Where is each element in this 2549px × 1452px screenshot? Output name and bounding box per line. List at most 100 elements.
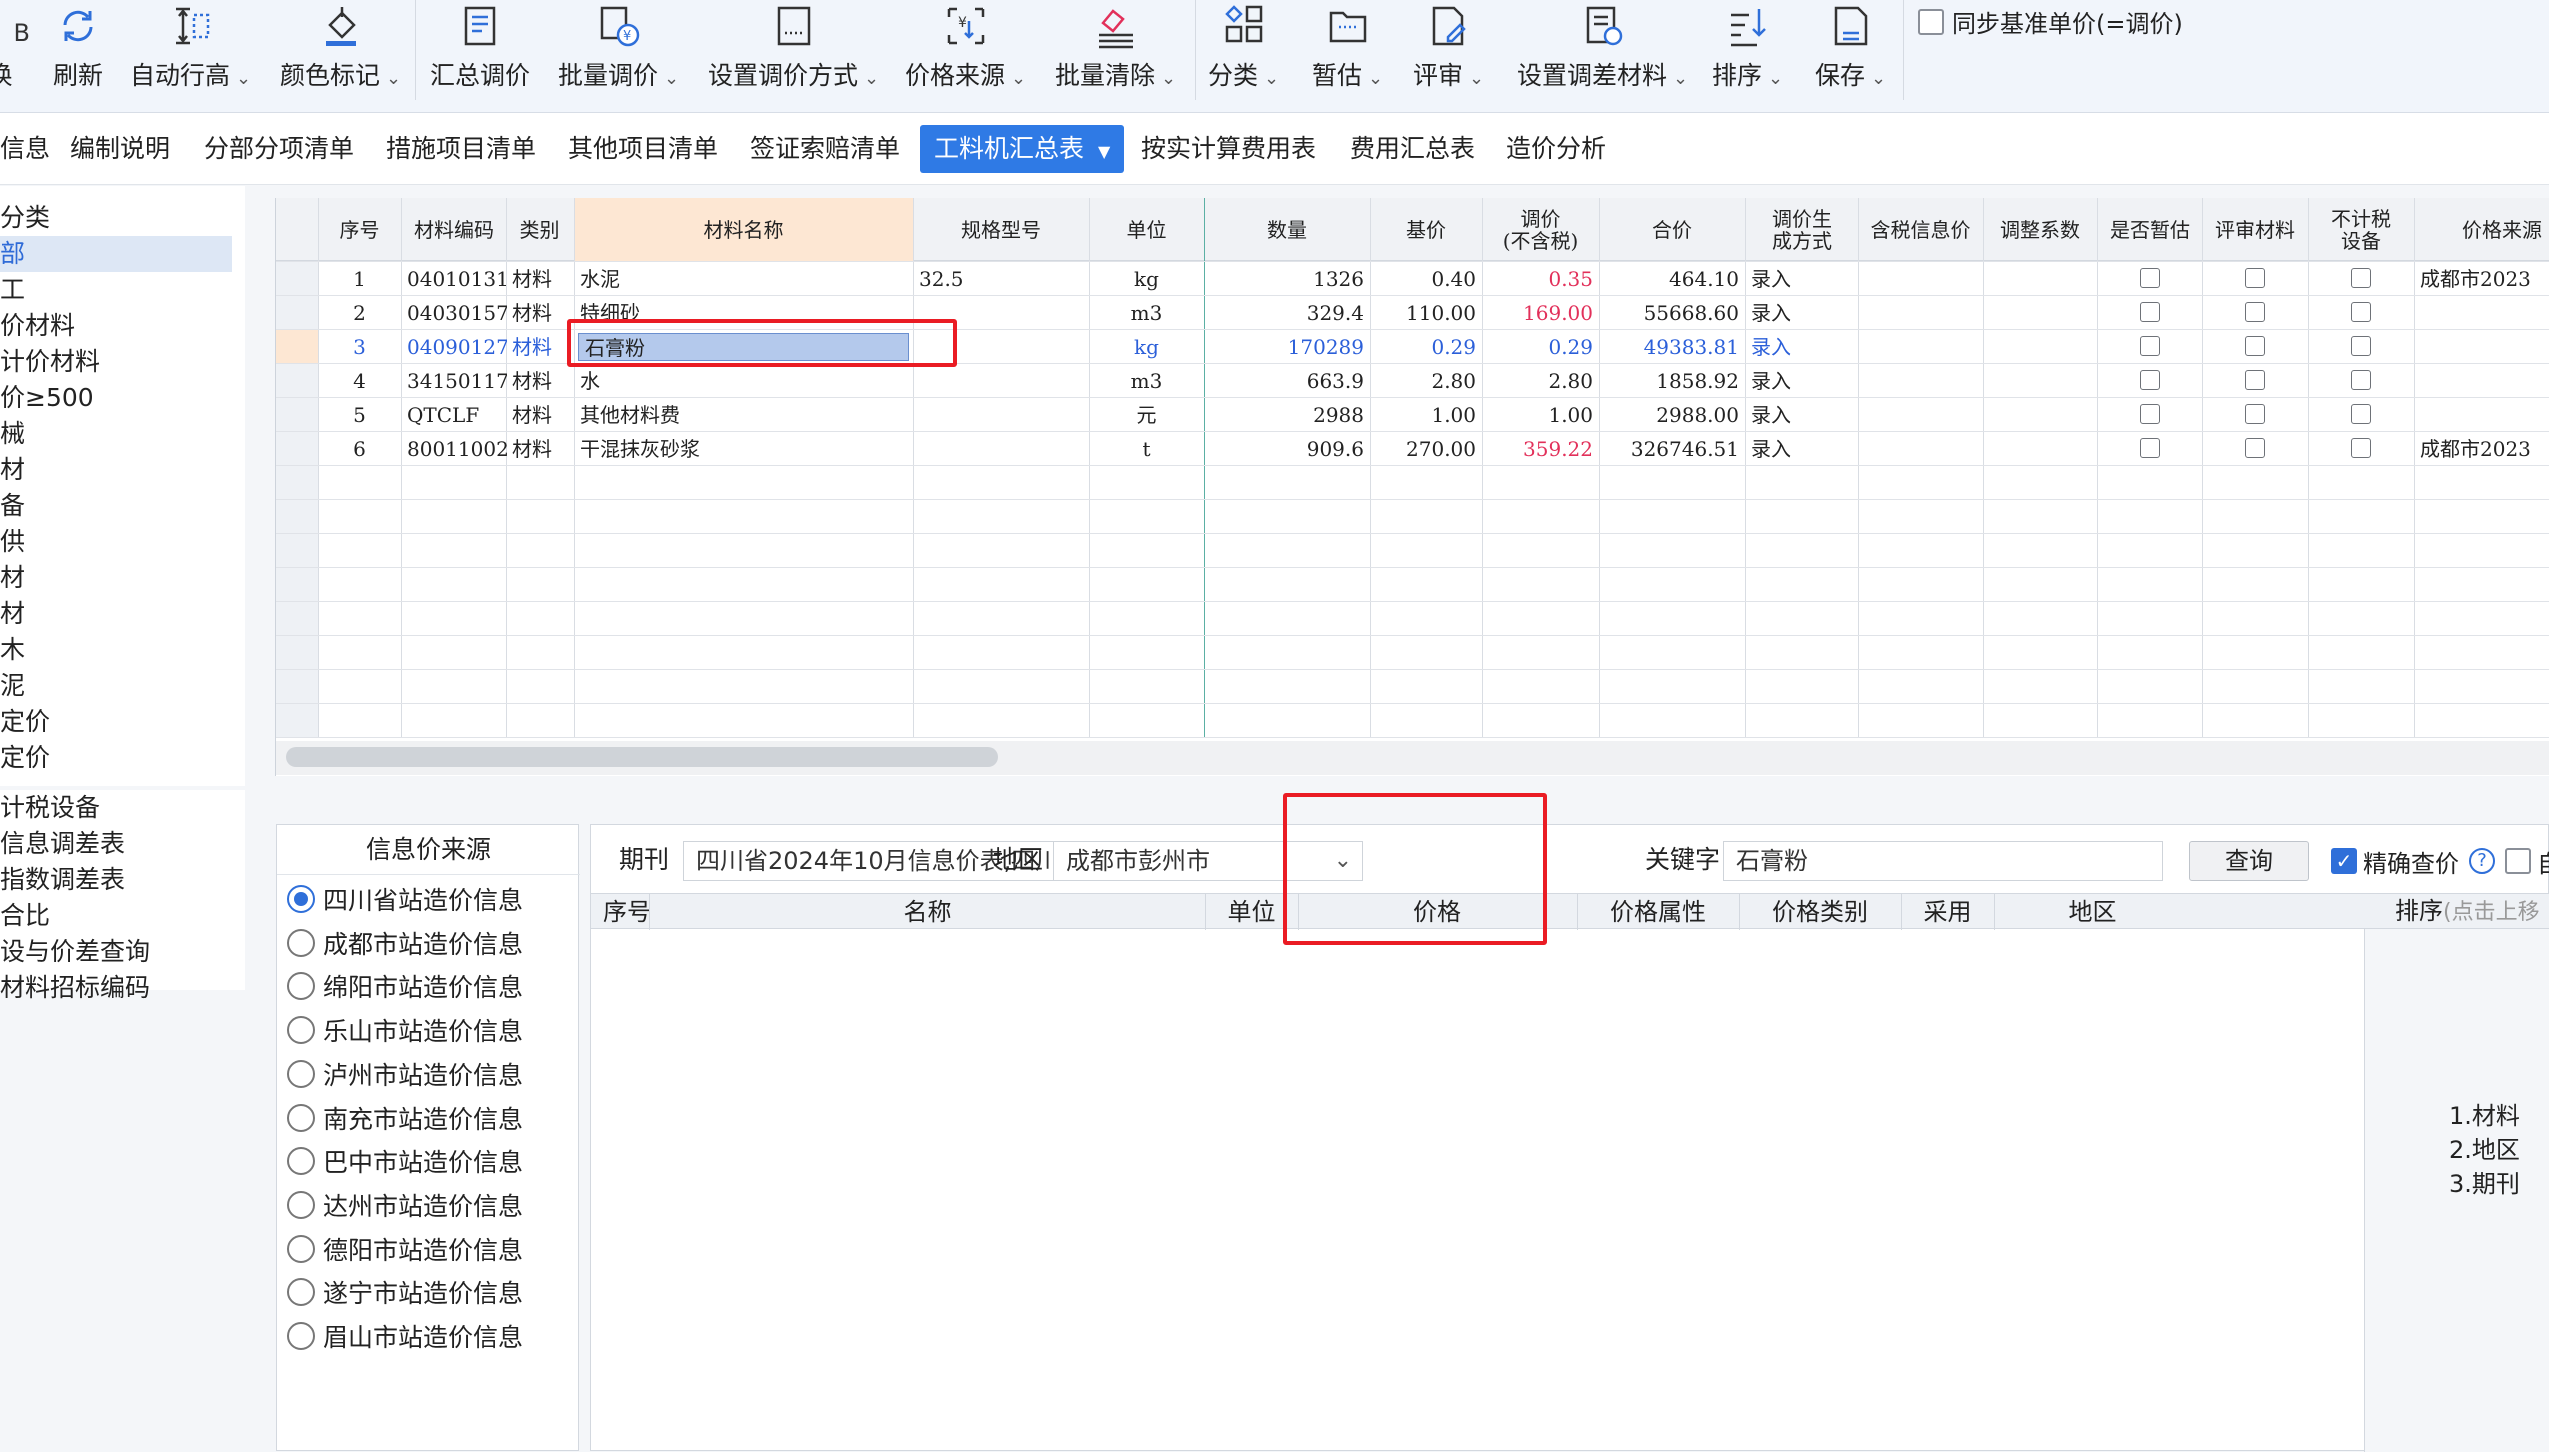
row-checkbox[interactable] xyxy=(2245,438,2265,458)
row-checkbox[interactable] xyxy=(2351,302,2371,322)
row-gutter[interactable] xyxy=(276,602,318,635)
column-header[interactable]: 材料编码 xyxy=(401,198,507,261)
tab-labor-material-summary[interactable]: 工料机汇总表 ▼ xyxy=(920,125,1125,173)
table-cell-total[interactable]: 1858.92 xyxy=(1599,364,1745,398)
tab-measures[interactable]: 措施项目清单 xyxy=(378,125,544,173)
table-cell-total[interactable]: 49383.81 xyxy=(1599,330,1745,364)
auto-row-height-button[interactable]: 自动行高 ⌄ xyxy=(130,0,251,113)
table-cell-base[interactable]: 2.80 xyxy=(1370,364,1482,398)
column-header[interactable]: 材料名称 xyxy=(574,198,913,261)
column-header[interactable]: 类别 xyxy=(506,198,573,261)
row-checkbox[interactable] xyxy=(2245,336,2265,356)
extra-option-checkbox[interactable] xyxy=(2505,848,2531,874)
row-gutter[interactable] xyxy=(276,330,318,363)
table-cell-base[interactable]: 1.00 xyxy=(1370,398,1482,432)
table-cell-total[interactable]: 2988.00 xyxy=(1599,398,1745,432)
source-option[interactable]: 南充市站造价信息 xyxy=(287,1098,523,1138)
table-cell-adj[interactable]: 2.80 xyxy=(1482,364,1599,398)
column-header[interactable]: 评审材料 xyxy=(2202,198,2308,261)
tree-item[interactable]: 定价 xyxy=(0,704,50,740)
tree-item[interactable]: 合比 xyxy=(0,898,50,934)
tree-item[interactable]: 设与价差查询 xyxy=(0,934,150,970)
tab-visa-claims[interactable]: 签证索赔清单 xyxy=(742,125,908,173)
table-cell-name[interactable]: 其他材料费 xyxy=(574,398,913,432)
tree-item[interactable]: 备 xyxy=(0,488,25,524)
row-gutter[interactable] xyxy=(276,262,318,295)
row-gutter[interactable] xyxy=(276,500,318,533)
color-mark-button[interactable]: 颜色标记 ⌄ xyxy=(280,0,401,113)
tree-item-selected[interactable]: 部 xyxy=(0,236,232,272)
set-adjust-method-button[interactable]: 设置调价方式 ⌄ xyxy=(708,0,879,113)
radio-button[interactable] xyxy=(287,1103,315,1132)
row-gutter[interactable] xyxy=(276,364,318,397)
table-cell-qty[interactable]: 1326 xyxy=(1204,262,1370,296)
source-option[interactable]: 达州市站造价信息 xyxy=(287,1185,523,1225)
help-icon[interactable]: ? xyxy=(2469,848,2495,874)
row-checkbox[interactable] xyxy=(2140,268,2160,288)
sync-base-price-option[interactable]: 同步基准单价(=调价) xyxy=(1918,4,2183,39)
tree-item[interactable]: 计税设备 xyxy=(0,790,100,826)
table-cell-method[interactable]: 录入 xyxy=(1745,296,1859,330)
column-header[interactable]: 合价 xyxy=(1599,198,1745,261)
table-cell-name[interactable]: 水 xyxy=(574,364,913,398)
sync-base-price-checkbox[interactable] xyxy=(1918,8,1944,35)
table-cell-unit[interactable]: m3 xyxy=(1089,364,1204,398)
row-checkbox[interactable] xyxy=(2140,302,2160,322)
row-gutter[interactable] xyxy=(276,466,318,499)
table-cell-unit[interactable]: m3 xyxy=(1089,296,1204,330)
table-cell-spec[interactable]: 32.5 xyxy=(913,262,1089,296)
tree-item[interactable]: 定价 xyxy=(0,740,50,776)
table-cell-qty[interactable]: 2988 xyxy=(1204,398,1370,432)
table-cell-adj[interactable]: 0.29 xyxy=(1482,330,1599,364)
radio-button[interactable] xyxy=(287,972,315,1001)
tree-item[interactable]: 木 xyxy=(0,632,25,668)
table-cell-base[interactable]: 270.00 xyxy=(1370,432,1482,466)
tree-item[interactable]: 指数调差表 xyxy=(0,862,125,898)
source-option[interactable]: 四川省站造价信息 xyxy=(287,879,523,919)
table-cell-type[interactable]: 材料 xyxy=(506,296,573,330)
radio-button[interactable] xyxy=(287,885,315,913)
row-checkbox[interactable] xyxy=(2351,438,2371,458)
radio-button[interactable] xyxy=(287,1322,315,1350)
table-cell-unit[interactable]: kg xyxy=(1089,330,1204,364)
source-option[interactable]: 泸州市站造价信息 xyxy=(287,1054,523,1094)
tree-item[interactable]: 械 xyxy=(0,416,25,452)
classify-button[interactable]: 分类 ⌄ xyxy=(1208,0,1279,113)
table-cell-src[interactable] xyxy=(2414,296,2549,330)
radio-button[interactable] xyxy=(287,1059,315,1088)
sort-item-period[interactable]: 3.期刊 xyxy=(2449,1164,2520,1199)
tab-actual-calc-fees[interactable]: 按实计算费用表 xyxy=(1133,125,1324,173)
radio-button[interactable] xyxy=(287,1190,315,1219)
refresh-button[interactable]: 刷新 xyxy=(48,0,108,113)
table-cell-qty[interactable]: 170289 xyxy=(1204,330,1370,364)
tree-item[interactable]: 材料招标编码 xyxy=(0,970,150,1006)
table-cell-src[interactable] xyxy=(2414,398,2549,432)
review-button[interactable]: 评审 ⌄ xyxy=(1413,0,1484,113)
table-cell-spec[interactable] xyxy=(913,364,1089,398)
column-header[interactable]: 序号 xyxy=(318,198,401,261)
table-cell-unit[interactable]: kg xyxy=(1089,262,1204,296)
row-checkbox[interactable] xyxy=(2245,370,2265,390)
table-cell-type[interactable]: 材料 xyxy=(506,364,573,398)
batch-adjust-button[interactable]: ¥ 批量调价 ⌄ xyxy=(558,0,679,113)
tab-info[interactable]: 信息 xyxy=(0,125,58,173)
table-cell-method[interactable]: 录入 xyxy=(1745,432,1859,466)
tree-item[interactable]: 材 xyxy=(0,452,25,488)
result-column-header[interactable]: 采用 xyxy=(1901,894,1994,930)
table-cell-qty[interactable]: 663.9 xyxy=(1204,364,1370,398)
column-header[interactable]: 不计税 设备 xyxy=(2308,198,2414,261)
table-cell-type[interactable]: 材料 xyxy=(506,398,573,432)
tab-other-items[interactable]: 其他项目清单 xyxy=(560,125,726,173)
row-gutter[interactable] xyxy=(276,568,318,601)
table-cell-spec[interactable] xyxy=(913,432,1089,466)
row-gutter[interactable] xyxy=(276,296,318,329)
result-column-header[interactable]: 价格属性 xyxy=(1577,894,1739,930)
table-cell-no[interactable]: 3 xyxy=(318,330,401,364)
row-checkbox[interactable] xyxy=(2245,404,2265,424)
table-cell-method[interactable]: 录入 xyxy=(1745,262,1859,296)
table-cell-adj[interactable]: 1.00 xyxy=(1482,398,1599,432)
exact-query-checkbox[interactable]: ✓ xyxy=(2331,848,2357,874)
table-cell-spec[interactable] xyxy=(913,398,1089,432)
row-checkbox[interactable] xyxy=(2140,336,2160,356)
table-cell-adj[interactable]: 169.00 xyxy=(1482,296,1599,330)
